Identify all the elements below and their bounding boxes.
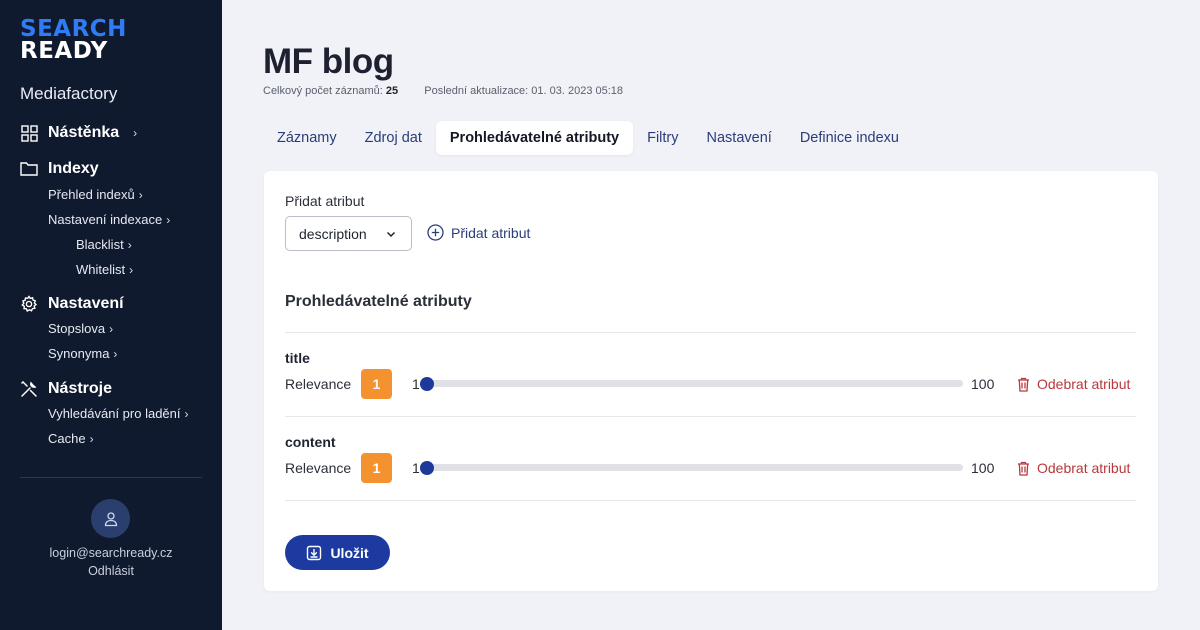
- add-attribute-button-label: Přidat atribut: [451, 224, 531, 241]
- divider: [285, 416, 1136, 417]
- chevron-right-icon: ›: [127, 237, 132, 252]
- sidebar-section-nastenka[interactable]: Nástěnka ›: [20, 124, 137, 142]
- attribute-select-value: description: [299, 225, 367, 242]
- logo-line-1: SEARCH: [20, 16, 127, 42]
- remove-attribute-button[interactable]: Odebrat atribut: [1017, 376, 1130, 392]
- sidebar-item-vyhledavani-pro-ladeni[interactable]: Vyhledávání pro ladění ›: [48, 406, 189, 421]
- gear-icon: [20, 295, 38, 313]
- slider-min-label: 1: [412, 460, 420, 476]
- sidebar-item-label: Stopslova: [48, 321, 106, 336]
- tab-prohledavatelne-atributy[interactable]: Prohledávatelné atributy: [435, 121, 634, 155]
- chevron-right-icon: ›: [89, 431, 94, 446]
- remove-attribute-label: Odebrat atribut: [1037, 460, 1131, 476]
- divider: [285, 500, 1136, 501]
- user-icon: [104, 511, 117, 526]
- tab-definice-indexu[interactable]: Definice indexu: [786, 121, 913, 155]
- sidebar-item-label: Synonyma: [48, 346, 110, 361]
- divider: [285, 332, 1136, 333]
- slider-max-label: 100: [971, 460, 995, 476]
- organization-name: Mediafactory: [20, 84, 118, 103]
- plus-circle-icon: [427, 224, 444, 241]
- chevron-down-icon: [386, 231, 396, 238]
- user-email: login@searchready.cz: [49, 546, 173, 560]
- sidebar-item-prehled-indexu[interactable]: Přehled indexů ›: [48, 187, 143, 202]
- tab-nastaveni[interactable]: Nastavení: [693, 121, 786, 155]
- relevance-value-badge: 1: [361, 369, 392, 399]
- sidebar-section-nastaveni[interactable]: Nastavení: [20, 295, 124, 313]
- save-button[interactable]: Uložit: [285, 535, 390, 570]
- relevance-slider[interactable]: [420, 460, 963, 475]
- sidebar-item-nastaveni-indexace[interactable]: Nastavení indexace ›: [48, 212, 170, 227]
- download-icon: [307, 545, 322, 560]
- chevron-right-icon: ›: [113, 346, 118, 361]
- avatar[interactable]: [91, 499, 130, 538]
- tab-zdroj-dat[interactable]: Zdroj dat: [351, 121, 436, 155]
- chevron-right-icon: ›: [166, 212, 171, 227]
- tab-zaznamy[interactable]: Záznamy: [263, 121, 351, 155]
- slider-thumb[interactable]: [420, 376, 434, 391]
- relevance-slider[interactable]: [420, 376, 963, 391]
- attribute-name: content: [285, 434, 336, 450]
- sidebar-item-blacklist[interactable]: Blacklist ›: [76, 237, 132, 252]
- sidebar-section-label: Nástěnka: [48, 124, 120, 141]
- sidebar-item-label: Vyhledávání pro ladění: [48, 406, 181, 421]
- searchready-logo[interactable]: SEARCH READY: [20, 18, 132, 64]
- sidebar-item-whitelist[interactable]: Whitelist ›: [76, 262, 133, 277]
- folder-icon: [20, 160, 38, 178]
- last-update-value: 01. 03. 2023 05:18: [531, 85, 624, 97]
- sidebar-item-label: Přehled indexů: [48, 187, 135, 202]
- attribute-name: title: [285, 350, 310, 366]
- tab-filtry[interactable]: Filtry: [633, 121, 692, 155]
- page-title: MF blog: [263, 42, 394, 81]
- trash-icon: [1018, 377, 1029, 392]
- slider-thumb[interactable]: [420, 460, 434, 475]
- sidebar-item-cache[interactable]: Cache ›: [48, 431, 94, 446]
- last-update-label: Poslední aktualizace:: [424, 85, 529, 97]
- sidebar-divider: [20, 477, 202, 478]
- remove-attribute-label: Odebrat atribut: [1037, 376, 1131, 392]
- relevance-label: Relevance: [285, 376, 352, 392]
- chevron-right-icon: ›: [138, 187, 143, 202]
- chevron-right-icon: ›: [129, 262, 134, 277]
- sidebar-section-label: Nastavení: [48, 295, 124, 312]
- logout-link[interactable]: Odhlásit: [0, 564, 222, 578]
- record-count-label: Celkový počet záznamů:: [263, 85, 383, 97]
- save-button-label: Uložit: [330, 544, 369, 561]
- sidebar-section-label: Nástroje: [48, 380, 113, 397]
- sidebar-item-label: Cache: [48, 431, 86, 446]
- relevance-label: Relevance: [285, 460, 352, 476]
- chevron-right-icon: ›: [109, 321, 114, 336]
- tab-bar: Záznamy Zdroj dat Prohledávatelné atribu…: [263, 121, 913, 155]
- add-attribute-button[interactable]: Přidat atribut: [427, 224, 530, 241]
- logo-line-2: READY: [20, 38, 108, 64]
- relevance-value-badge: 1: [361, 453, 392, 483]
- slider-max-label: 100: [971, 376, 995, 392]
- attribute-select[interactable]: description: [285, 216, 412, 251]
- trash-icon: [1018, 461, 1029, 476]
- sidebar-item-label: Whitelist: [76, 262, 126, 277]
- sidebar: SEARCH READY Mediafactory Nástěnka › Ind…: [0, 0, 222, 630]
- searchable-attributes-card: Přidat atribut description Přidat atribu…: [264, 171, 1158, 591]
- slider-min-label: 1: [412, 376, 420, 392]
- sidebar-item-stopslova[interactable]: Stopslova ›: [48, 321, 113, 336]
- add-attribute-label: Přidat atribut: [285, 193, 365, 209]
- dashboard-icon: [20, 124, 38, 142]
- record-count-value: 25: [385, 85, 399, 97]
- tools-icon: [20, 380, 38, 398]
- sidebar-item-label: Nastavení indexace: [48, 212, 163, 227]
- sidebar-section-label: Indexy: [48, 160, 99, 177]
- page-meta: Celkový počet záznamů: 25 Poslední aktua…: [263, 85, 623, 97]
- chevron-right-icon: ›: [133, 126, 138, 140]
- chevron-right-icon: ›: [184, 406, 189, 421]
- section-title: Prohledávatelné atributy: [285, 293, 472, 310]
- sidebar-item-label: Blacklist: [76, 237, 124, 252]
- sidebar-section-nastroje[interactable]: Nástroje: [20, 380, 112, 398]
- sidebar-item-synonyma[interactable]: Synonyma ›: [48, 346, 117, 361]
- remove-attribute-button[interactable]: Odebrat atribut: [1017, 460, 1130, 476]
- sidebar-section-indexy[interactable]: Indexy: [20, 160, 99, 178]
